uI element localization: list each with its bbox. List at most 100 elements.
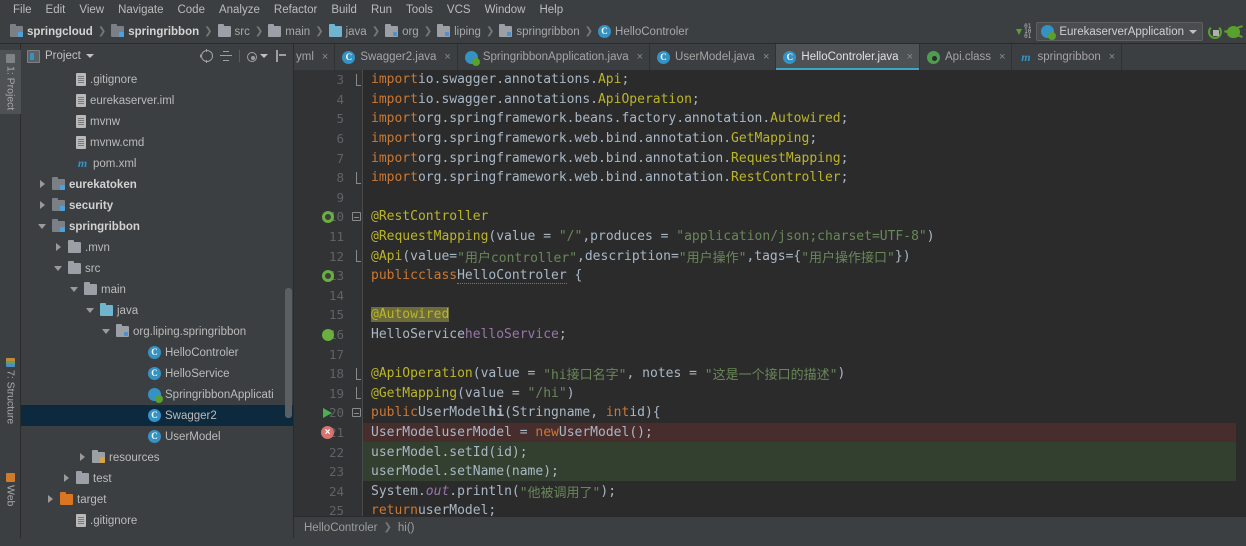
code-line-18[interactable]: @ApiOperation(value = "hi接口名字", notes = … [363, 364, 1246, 384]
chevron-down-icon[interactable] [260, 54, 268, 58]
code-fold-marker[interactable] [350, 70, 362, 90]
breadcrumb-class[interactable]: HelloControler [304, 522, 378, 534]
code-text-area[interactable]: import io.swagger.annotations. Api; import… [363, 70, 1246, 516]
tree-row-test[interactable]: test [21, 468, 293, 489]
code-line-7[interactable]: import org.springframework.web.bind.anno… [363, 148, 1246, 168]
code-line-4[interactable]: import io.swagger.annotations. ApiOperati… [363, 90, 1246, 110]
tree-row-org-liping-springribbon[interactable]: org.liping.springribbon [21, 321, 293, 342]
collapse-all-icon[interactable] [220, 50, 232, 62]
close-icon[interactable]: × [1109, 51, 1115, 63]
menu-item-file[interactable]: File [6, 1, 39, 19]
breadcrumb-hellocontroler[interactable]: C HelloControler [595, 24, 692, 39]
chevron-right-icon[interactable] [77, 452, 88, 463]
code-fold-marker[interactable] [350, 403, 362, 423]
code-line-6[interactable]: import org.springframework.web.bind.anno… [363, 129, 1246, 149]
code-line-19[interactable]: @GetMapping(value = "/hi") [363, 384, 1246, 404]
tree-row-hellocontroler[interactable]: C HelloControler [21, 342, 293, 363]
code-line-14[interactable] [363, 286, 1246, 306]
menu-item-window[interactable]: Window [478, 1, 533, 19]
autowired-bean-icon[interactable] [320, 325, 335, 345]
code-line-8[interactable]: import org.springframework.web.bind.anno… [363, 168, 1246, 188]
tool-button-project[interactable]: 1: Project [0, 50, 21, 115]
editor-tab-api-class[interactable]: Api.class × [920, 44, 1013, 70]
code-line-9[interactable] [363, 188, 1246, 208]
tree-row-helloservice[interactable]: C HelloService [21, 363, 293, 384]
editor-tab-usermodel-java[interactable]: C UserModel.java × [650, 44, 777, 70]
menu-item-vcs[interactable]: VCS [440, 1, 478, 19]
code-line-22[interactable]: userModel. setId(id); [363, 442, 1246, 462]
breadcrumb-liping[interactable]: liping [434, 24, 484, 39]
editor-tab-springribbonapplication-java[interactable]: SpringribbonApplication.java × [458, 44, 651, 70]
breadcrumb-package-springribbon[interactable]: springribbon [496, 24, 582, 39]
breadcrumb-java[interactable]: java [326, 24, 370, 39]
close-icon[interactable]: × [444, 51, 450, 63]
tool-button-structure[interactable]: 7: Structure [0, 354, 21, 428]
chevron-down-icon[interactable] [85, 54, 94, 58]
tree-row-resources[interactable]: resources [21, 447, 293, 468]
breadcrumb-springribbon[interactable]: springribbon [108, 24, 202, 39]
chevron-right-icon[interactable] [45, 494, 56, 505]
code-line-3[interactable]: import io.swagger.annotations. Api; [363, 70, 1246, 90]
run-play-icon[interactable] [1208, 24, 1222, 39]
breadcrumb-src[interactable]: src [215, 24, 253, 39]
tree-row-mvnw-cmd[interactable]: mvnw.cmd [21, 132, 293, 153]
hide-panel-icon[interactable] [275, 50, 287, 62]
project-tree-scrollbar[interactable] [285, 288, 292, 418]
code-line-13[interactable]: public class HelloControler { [363, 266, 1246, 286]
editor-tab-springribbon[interactable]: m springribbon × [1012, 44, 1123, 70]
editor-tab-swagger2-java[interactable]: C Swagger2.java × [335, 44, 458, 70]
code-line-16[interactable]: HelloService helloService; [363, 325, 1246, 345]
run-configuration-selector[interactable]: EurekaserverApplication [1036, 22, 1203, 41]
tree-row-security[interactable]: security [21, 195, 293, 216]
tree-row-usermodel[interactable]: C UserModel [21, 426, 293, 447]
code-line-21[interactable]: UserModel userModel = new UserModel (); [363, 422, 1246, 443]
breadcrumb-org[interactable]: org [382, 24, 422, 39]
editor-scrollbar[interactable] [1236, 70, 1246, 516]
menu-item-help[interactable]: Help [532, 1, 570, 19]
tree-row-main[interactable]: main [21, 279, 293, 300]
menu-item-run[interactable]: Run [364, 1, 399, 19]
code-folding-strip[interactable] [350, 70, 363, 516]
code-line-12[interactable]: @Api(value = "用户controller", description = "用… [363, 246, 1246, 266]
editor-tab-hellocontroler-java[interactable]: C HelloControler.java × [776, 44, 920, 70]
code-line-25[interactable]: return userModel; [363, 501, 1246, 516]
spring-config-icon[interactable] [320, 266, 335, 286]
code-line-11[interactable]: @RequestMapping(value = "/", produces = "… [363, 227, 1246, 247]
tree-row-java[interactable]: java [21, 300, 293, 321]
menu-item-build[interactable]: Build [324, 1, 364, 19]
code-line-24[interactable]: System. out. println("他被调用了"); [363, 481, 1246, 501]
code-line-17[interactable] [363, 344, 1246, 364]
code-fold-marker[interactable] [350, 168, 362, 188]
chevron-down-icon[interactable] [85, 305, 96, 316]
menu-item-view[interactable]: View [72, 1, 111, 19]
binary-toggle-icon[interactable]: 01 10 01 [1016, 24, 1031, 40]
editor-tab-yml[interactable]: yml × [294, 44, 336, 70]
code-line-5[interactable]: import org.springframework.beans.factory… [363, 109, 1246, 129]
chevron-right-icon[interactable] [37, 200, 48, 211]
tree-row-springribbon[interactable]: springribbon [21, 216, 293, 237]
code-fold-marker[interactable] [350, 207, 362, 227]
chevron-down-icon[interactable] [69, 284, 80, 295]
chevron-right-icon[interactable] [61, 473, 72, 484]
close-icon[interactable]: × [763, 51, 769, 63]
code-line-10[interactable]: @RestController [363, 207, 1246, 227]
close-icon[interactable]: × [322, 51, 328, 63]
menu-item-code[interactable]: Code [170, 1, 212, 19]
chevron-down-icon[interactable] [53, 263, 64, 274]
close-icon[interactable]: × [999, 51, 1005, 63]
tree-row--gitignore[interactable]: .gitignore [21, 510, 293, 531]
tree-row-swagger2[interactable]: C Swagger2 [21, 405, 293, 426]
chevron-down-icon[interactable] [101, 326, 112, 337]
tree-row-target[interactable]: target [21, 489, 293, 510]
code-line-20[interactable]: public UserModel hi(String name, int id)… [363, 403, 1246, 423]
menu-item-tools[interactable]: Tools [399, 1, 440, 19]
menu-item-edit[interactable]: Edit [39, 1, 73, 19]
tree-row-src[interactable]: src [21, 258, 293, 279]
tree-row-springribbonapplicati[interactable]: SpringribbonApplicati [21, 384, 293, 405]
menu-item-navigate[interactable]: Navigate [111, 1, 170, 19]
spring-bean-icon[interactable] [320, 207, 335, 227]
tree-row--mvn[interactable]: .mvn [21, 237, 293, 258]
code-fold-marker[interactable] [350, 384, 362, 404]
code-fold-marker[interactable] [350, 246, 362, 266]
menu-item-refactor[interactable]: Refactor [267, 1, 324, 19]
